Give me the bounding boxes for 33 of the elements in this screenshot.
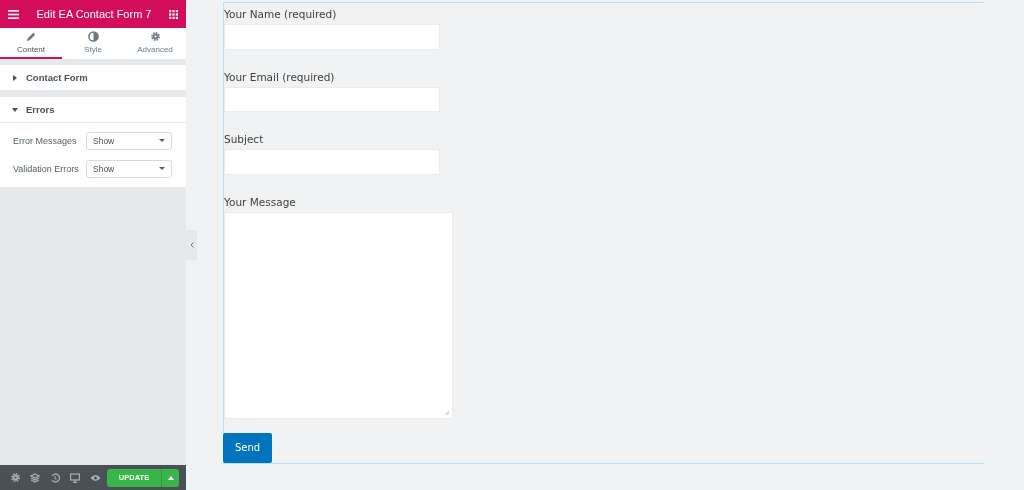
gear-icon (149, 31, 161, 42)
history-icon[interactable] (50, 472, 60, 483)
collapse-handle[interactable] (186, 230, 197, 260)
control-label: Error Messages (13, 136, 77, 146)
resize-grip-icon[interactable] (444, 409, 450, 416)
caret-icon (12, 74, 18, 81)
field-label: Your Email (required) (224, 69, 335, 84)
eye-icon[interactable] (89, 473, 101, 482)
gear-icon (9, 472, 21, 483)
menu-icon[interactable] (8, 9, 19, 19)
control-label: Validation Errors (13, 164, 79, 174)
field-label: Subject (224, 132, 264, 147)
field-label: Your Name (required) (224, 7, 337, 21)
caret-icon (159, 139, 165, 143)
field-label: Your Message (224, 194, 296, 209)
monitor-icon[interactable] (70, 472, 80, 483)
layers-icon[interactable] (30, 472, 40, 483)
input-field[interactable] (224, 24, 440, 50)
send-button[interactable]: Send (223, 432, 272, 464)
input-field[interactable] (224, 86, 440, 113)
input-field[interactable] (224, 149, 440, 175)
caret-icon (159, 167, 165, 171)
message-field[interactable] (224, 211, 453, 419)
grid-icon[interactable] (169, 9, 178, 19)
caret-icon (12, 106, 18, 113)
half-circle-icon (87, 31, 99, 42)
select-field[interactable]: Show (86, 132, 172, 150)
chevron-icon (189, 242, 194, 248)
update-options-button[interactable] (161, 468, 179, 487)
select-field[interactable]: Show (86, 160, 172, 178)
pencil-icon (25, 31, 37, 42)
panel-title: Edit EA Contact Form 7 (36, 8, 152, 20)
caret-icon (167, 475, 174, 480)
